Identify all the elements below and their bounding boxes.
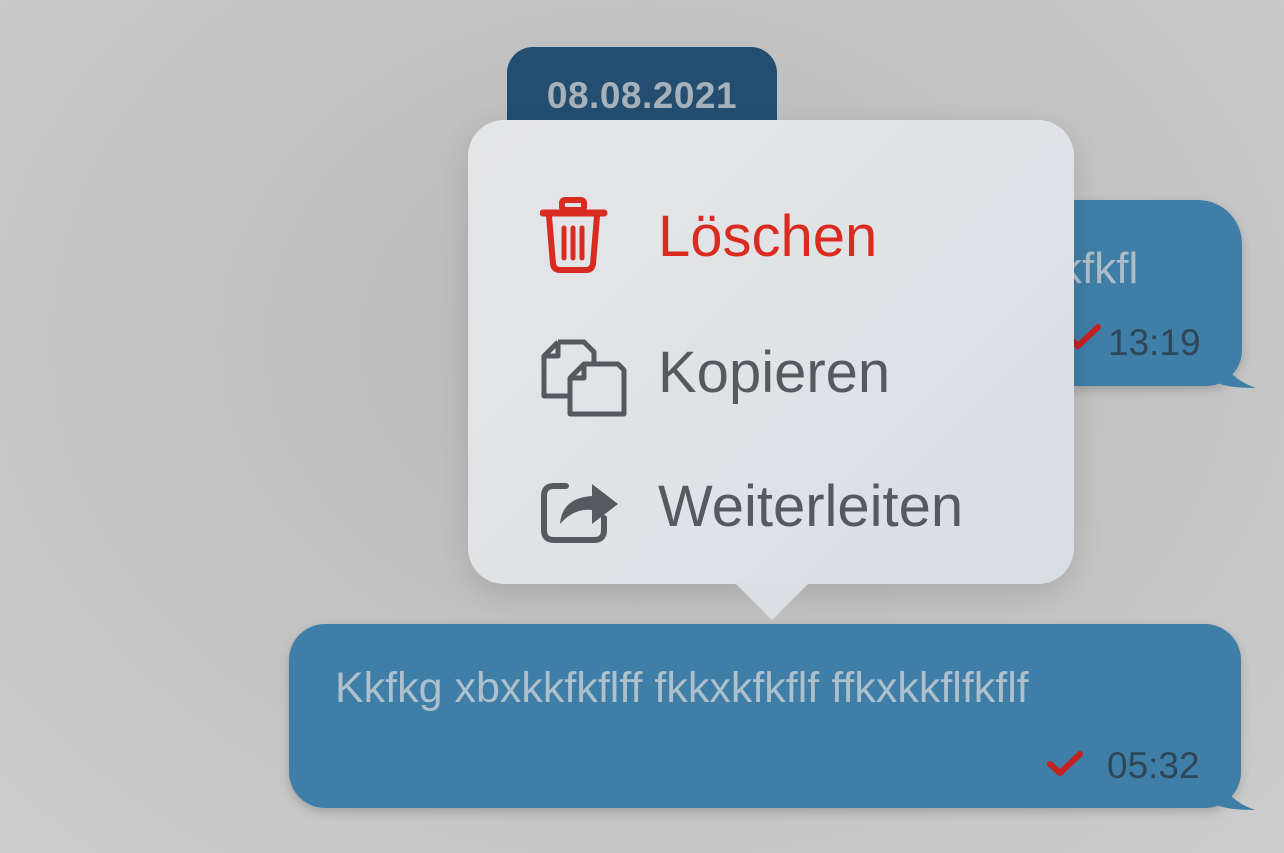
message-text: Kkfkg xbxkkfkflff fkkxkfkflf ffkxkkflfkf… [335, 664, 1029, 712]
menu-item-label: Weiterleiten [658, 474, 964, 539]
menu-item-forward[interactable]: Weiterleiten [468, 446, 1074, 556]
menu-item-delete[interactable]: Löschen [468, 176, 1074, 286]
menu-item-copy[interactable]: Kopieren [468, 312, 1074, 422]
menu-item-label: Kopieren [658, 340, 891, 405]
message-time: 05:32 [1107, 745, 1200, 786]
bubble-tail [1215, 770, 1255, 810]
context-menu: Löschen Kopieren Weiterleiten [468, 120, 1074, 584]
message-bubble-selected[interactable]: Kkfkg xbxkkfkflff fkkxkfkflf ffkxkkflfkf… [289, 624, 1255, 810]
copy-icon [540, 332, 630, 422]
bubble-tail [1216, 348, 1256, 388]
trash-icon [539, 196, 630, 286]
menu-item-label: Löschen [658, 204, 878, 269]
chat-background: 08.08.2021 kfkfl 13:19 Kkfkg xbxkkfkflff… [0, 0, 1284, 853]
message-time: 13:19 [1108, 322, 1201, 363]
forward-icon [540, 466, 630, 556]
date-separator-label: 08.08.2021 [546, 75, 738, 116]
context-menu-pointer [734, 582, 810, 620]
check-icon [1047, 751, 1083, 782]
